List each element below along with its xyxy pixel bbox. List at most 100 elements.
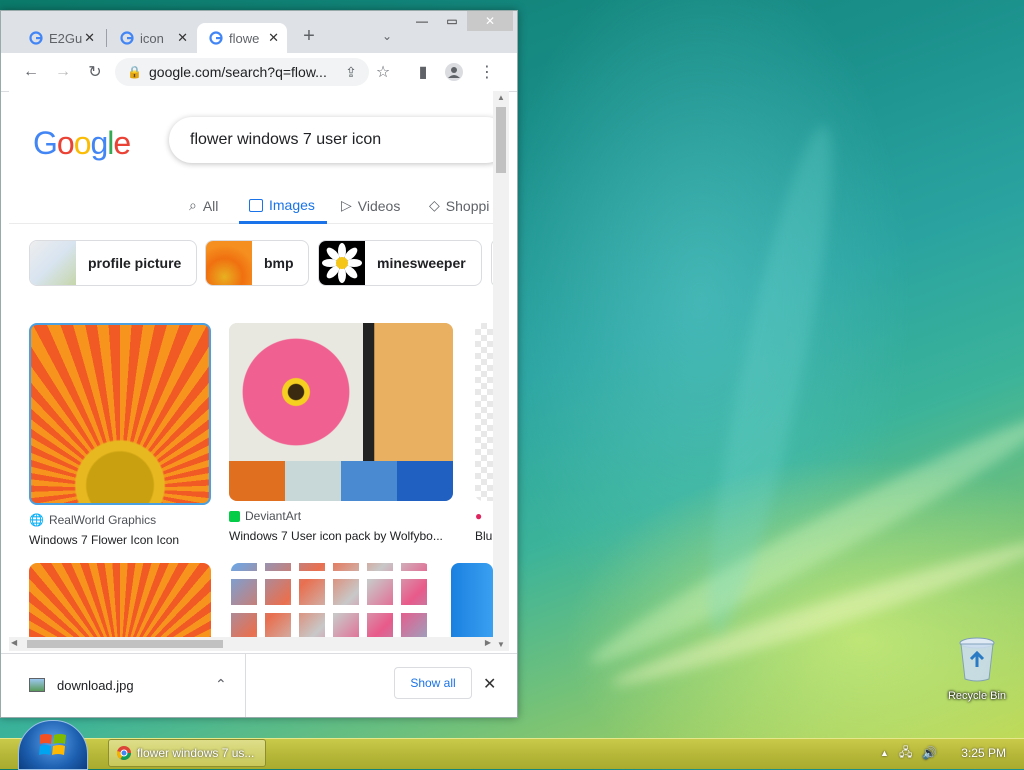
- vertical-scrollbar[interactable]: ▲ ▼: [493, 91, 509, 651]
- tab-shopping[interactable]: ◇ Shoppi: [429, 197, 489, 214]
- active-tab-indicator: [239, 221, 327, 224]
- chip-thumbnail: [206, 241, 252, 285]
- tab-separator: [106, 29, 107, 47]
- side-panel-icon[interactable]: ▮: [413, 62, 433, 82]
- result-source[interactable]: ●: [475, 509, 493, 523]
- forward-icon[interactable]: →: [53, 62, 73, 82]
- show-all-button[interactable]: Show all: [394, 667, 472, 699]
- taskbar-window-label: flower windows 7 us...: [137, 746, 255, 760]
- pin-icon: ●: [475, 509, 483, 523]
- result-source[interactable]: DeviantArt: [229, 509, 453, 523]
- scroll-up-icon[interactable]: ▲: [497, 93, 505, 102]
- image-result[interactable]: DeviantArt Windows 7 User icon pack by W…: [229, 323, 453, 543]
- tab-images[interactable]: Images: [249, 197, 315, 213]
- scroll-down-icon[interactable]: ▼: [497, 640, 505, 649]
- tab-all[interactable]: ⌕ All: [189, 197, 218, 214]
- close-tab-icon[interactable]: ✕: [84, 30, 95, 46]
- maximize-button[interactable]: ▭: [437, 11, 467, 31]
- search-query: flower windows 7 user icon: [190, 131, 382, 148]
- result-title[interactable]: Windows 7 Flower Icon Icon: [29, 533, 209, 547]
- browser-toolbar: ← → ↻ 🔒 google.com/search?q=flow... ⇪ ☆ …: [1, 53, 517, 92]
- image-result[interactable]: ● Blu: [475, 323, 493, 543]
- recycle-bin-shortcut[interactable]: Recycle Bin: [942, 635, 1012, 702]
- network-icon[interactable]: 🖧: [899, 743, 912, 764]
- menu-kebab-icon[interactable]: ⋮: [477, 62, 497, 82]
- image-icon: [249, 198, 263, 212]
- butterfly-thumbnail: [229, 461, 285, 501]
- tab-label: flowe: [229, 30, 260, 46]
- video-icon: ▷: [341, 197, 352, 213]
- chip-thumbnail: [30, 241, 76, 285]
- close-tab-icon[interactable]: ✕: [268, 30, 279, 46]
- globe-icon: 🌐: [29, 513, 44, 527]
- search-icon: ⌕: [189, 197, 197, 213]
- scroll-left-icon[interactable]: ◀: [11, 638, 17, 647]
- tab-strip: E2Gu ✕ icon ✕ flowe ✕ + ⌄ — ▭ ✕: [1, 11, 517, 53]
- robot-thumbnail: [285, 461, 341, 501]
- search-input[interactable]: flower windows 7 user icon: [169, 117, 493, 163]
- taskbar-chrome-window[interactable]: flower windows 7 us...: [108, 739, 266, 767]
- flower-thumbnail: [229, 323, 363, 461]
- recycle-bin-label: Recycle Bin: [947, 690, 1007, 702]
- tab-label: icon: [140, 30, 164, 46]
- download-filename: download.jpg: [57, 678, 134, 693]
- bookmark-star-icon[interactable]: ☆: [373, 62, 393, 82]
- tab-search-icon[interactable]: ⌄: [377, 26, 397, 46]
- close-tab-icon[interactable]: ✕: [177, 30, 188, 46]
- google-icon: [120, 31, 134, 45]
- tab-flower[interactable]: flowe ✕: [197, 23, 287, 53]
- tab-videos[interactable]: ▷ Videos: [341, 197, 400, 214]
- scrollbar-thumb[interactable]: [27, 640, 223, 648]
- profile-avatar-icon[interactable]: [444, 62, 464, 82]
- new-tab-icon[interactable]: +: [299, 25, 319, 47]
- chip-minesweeper[interactable]: minesweeper: [318, 240, 482, 286]
- guitar-thumbnail: [363, 323, 453, 461]
- close-download-bar-icon[interactable]: ✕: [483, 674, 496, 694]
- result-source[interactable]: 🌐 RealWorld Graphics: [29, 513, 209, 527]
- browser-window: E2Gu ✕ icon ✕ flowe ✕ + ⌄ — ▭ ✕ ← → ↻ 🔒 …: [0, 10, 518, 718]
- tag-icon: ◇: [429, 197, 440, 213]
- tab-e2g[interactable]: E2Gu ✕: [17, 23, 103, 53]
- tab-icon[interactable]: icon ✕: [108, 23, 196, 53]
- chevron-up-icon[interactable]: ⌃: [215, 676, 227, 693]
- address-bar[interactable]: 🔒 google.com/search?q=flow...: [115, 58, 369, 86]
- download-item[interactable]: download.jpg ⌃: [1, 654, 246, 717]
- chip-profile-picture[interactable]: profile picture: [29, 240, 197, 286]
- tab-label: E2Gu: [49, 30, 83, 46]
- page-content: Google flower windows 7 user icon ⌕ All I…: [9, 91, 493, 651]
- deviantart-icon: [229, 510, 240, 522]
- fish-thumbnail: [397, 461, 453, 501]
- chip-bmp[interactable]: bmp: [205, 240, 309, 286]
- scroll-right-icon[interactable]: ▶: [485, 638, 491, 647]
- reload-icon[interactable]: ↻: [85, 62, 105, 82]
- horizontal-scrollbar[interactable]: ◀ ▶: [9, 637, 493, 651]
- lock-icon: 🔒: [127, 65, 142, 79]
- close-window-button[interactable]: ✕: [467, 11, 513, 31]
- minimize-button[interactable]: —: [407, 11, 437, 31]
- result-image: [29, 323, 211, 505]
- result-image: [475, 323, 493, 501]
- result-title[interactable]: Windows 7 User icon pack by Wolfybo...: [229, 529, 453, 543]
- download-bar: download.jpg ⌃ Show all ✕: [1, 653, 517, 717]
- volume-icon[interactable]: 🔊: [922, 746, 937, 760]
- google-logo[interactable]: Google: [33, 125, 131, 162]
- google-icon: [29, 31, 43, 45]
- clock[interactable]: 3:25 PM: [961, 746, 1006, 760]
- start-button[interactable]: [18, 720, 88, 770]
- chip-thumbnail: [319, 241, 365, 285]
- scrollbar-thumb[interactable]: [496, 107, 506, 173]
- recycle-bin-icon: [959, 637, 995, 682]
- url-text: google.com/search?q=flow...: [149, 64, 327, 80]
- image-result[interactable]: 🌐 RealWorld Graphics Windows 7 Flower Ic…: [29, 323, 211, 547]
- show-hidden-icons-icon[interactable]: ▲: [880, 748, 889, 758]
- chrome-icon: [117, 746, 131, 760]
- windows-logo-icon: [39, 734, 66, 755]
- image-file-icon: [29, 678, 45, 692]
- back-icon[interactable]: ←: [21, 62, 41, 82]
- search-nav-tabs: ⌕ All Images ▷ Videos ◇ Shoppi: [9, 187, 493, 224]
- result-title[interactable]: Blu: [475, 529, 493, 543]
- result-image: [229, 323, 453, 501]
- share-icon[interactable]: ⇪: [341, 62, 361, 82]
- google-icon: [209, 31, 223, 45]
- balloon-thumbnail: [341, 461, 397, 501]
